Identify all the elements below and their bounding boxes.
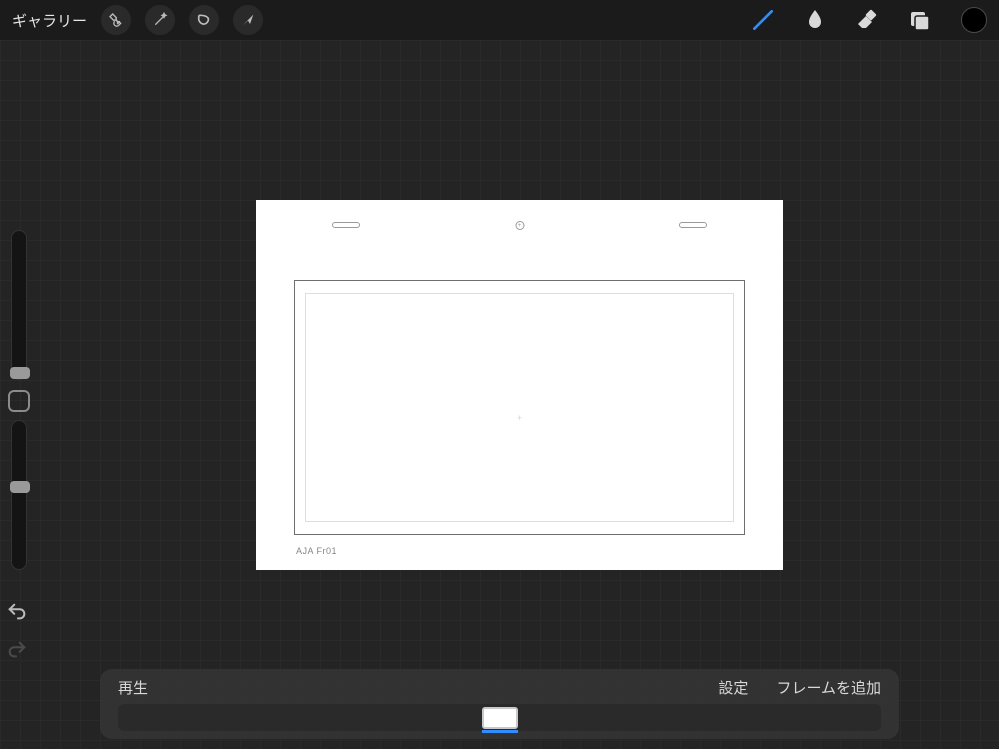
add-frame-button[interactable]: フレームを追加 [776,677,881,698]
slider-thumb[interactable] [10,481,30,493]
gallery-button[interactable]: ギャラリー [12,10,87,31]
brush-opacity-slider[interactable] [11,420,27,570]
drawing-canvas[interactable]: + + AJA Fr01 [256,200,783,570]
brush-size-slider[interactable] [11,230,27,380]
wand-icon [152,12,168,28]
frame-thumbnail[interactable] [482,707,518,729]
selection-button[interactable] [189,5,219,35]
brush-tool[interactable] [749,6,777,34]
redo-icon [6,639,28,661]
top-toolbar: ギャラリー [0,0,999,40]
center-cross: + [517,413,522,423]
frame-track[interactable] [118,704,881,731]
smudge-tool[interactable] [801,6,829,34]
play-button[interactable]: 再生 [118,677,148,698]
modifier-button[interactable] [8,390,30,412]
adjust-button[interactable] [145,5,175,35]
brush-sliders [4,230,34,580]
eraser-icon [855,8,879,32]
transform-button[interactable] [233,5,263,35]
arrow-icon [240,12,256,28]
slider-thumb[interactable] [10,367,30,379]
layers-button[interactable] [905,6,933,34]
punch-hole-center: + [515,221,524,230]
safe-frame-outer: + [294,280,745,535]
safe-frame-inner [305,293,734,522]
layers-icon [907,8,931,32]
canvas-caption: AJA Fr01 [296,546,337,556]
brush-icon [750,7,776,33]
redo-button[interactable] [5,638,29,662]
punch-hole-right [679,222,707,228]
undo-button[interactable] [5,600,29,624]
undo-icon [6,601,28,623]
anim-settings-button[interactable]: 設定 [718,677,748,698]
canvas-workspace[interactable]: + + AJA Fr01 [0,40,999,749]
eraser-tool[interactable] [853,6,881,34]
animation-panel: 再生 設定 フレームを追加 [100,669,899,739]
wrench-icon [108,12,124,28]
actions-button[interactable] [101,5,131,35]
smudge-icon [803,8,827,32]
punch-hole-left [332,222,360,228]
undo-redo-stack [0,600,34,662]
selection-icon [196,12,212,28]
color-swatch[interactable] [961,7,987,33]
